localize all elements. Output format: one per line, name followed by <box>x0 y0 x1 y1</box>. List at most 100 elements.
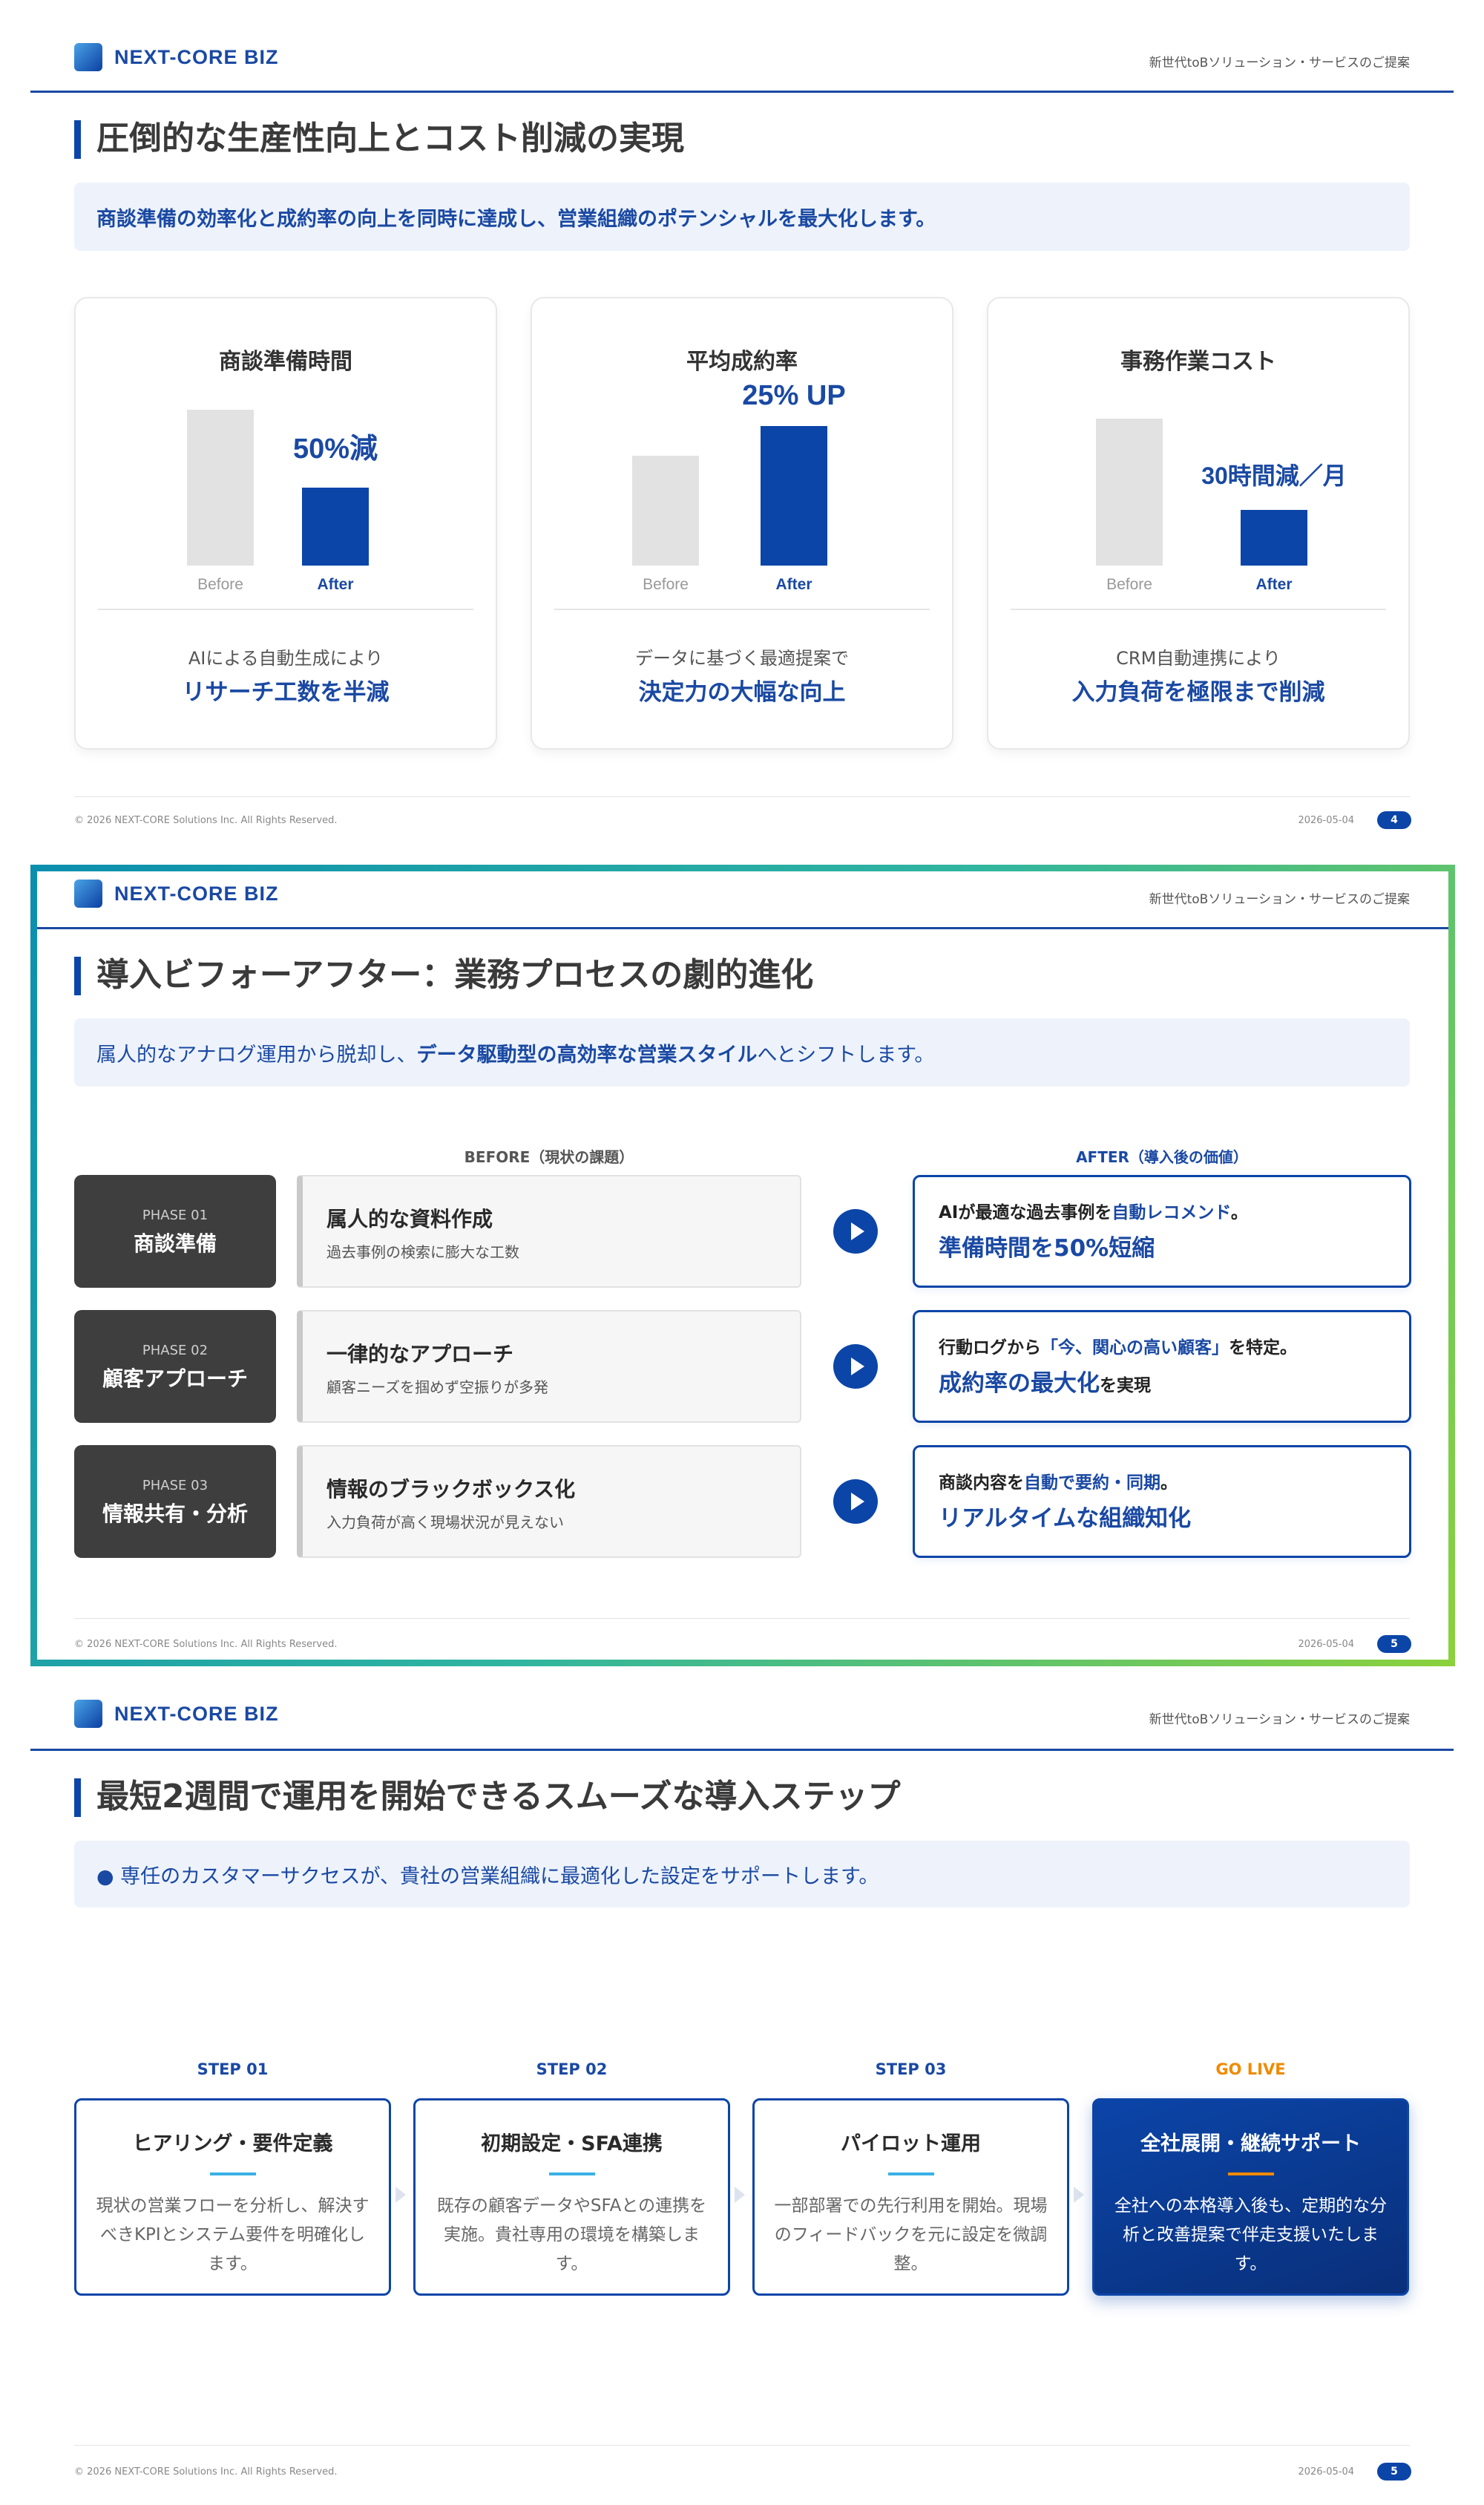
kpi-highlight: リサーチ工数を半減 <box>182 679 390 706</box>
slide-subtitle: 商談準備の効率化と成約率の向上を同時に達成し、営業組織のポテンシャルを最大化しま… <box>74 183 1410 251</box>
footer-divider <box>74 2445 1410 2446</box>
header-tagline: 新世代toBソリューション・サービスのご提案 <box>1149 1712 1410 1727</box>
slide-onboarding-steps: NEXT-CORE BIZ 新世代toBソリューション・サービスのご提案 最短2… <box>0 1685 1484 2505</box>
after-label: After <box>1255 576 1292 593</box>
step-title: 全社展開・継続サポート <box>1140 2132 1361 2155</box>
after-card: 行動ログから「今、関心の高い顧客」を特定。 成約率の最大化を実現 <box>913 1310 1411 1423</box>
phase-badge: PHASE 03 情報共有・分析 <box>74 1445 276 1558</box>
phase-name: 情報共有・分析 <box>102 1502 248 1526</box>
slide-before-after: NEXT-CORE BIZ 新世代toBソリューション・サービスのご提案 導入ビ… <box>0 865 1484 1666</box>
brand: NEXT-CORE BIZ <box>74 1700 279 1728</box>
after-text-b: 。 <box>1230 1203 1248 1222</box>
kpi-card-prep-time: 商談準備時間 50%減 Before After AIによる自動生成により リサ… <box>74 297 497 750</box>
after-text: 商談内容を自動で要約・同期。 <box>939 1468 1409 1493</box>
after-text-a: AIが最適な過去事例を <box>939 1203 1112 1222</box>
step-desc: 既存の顧客データやSFAとの連携を実施。貴社専用の環境を構築します。 <box>436 2196 707 2273</box>
after-text-a: 商談内容を <box>939 1473 1024 1493</box>
slide-subtitle: 属人的なアナログ運用から脱却し、 データ駆動型の高効率な営業スタイル へとシフトしま… <box>74 1018 1410 1087</box>
before-title: 一律的なアプローチ <box>326 1342 514 1366</box>
copyright: © 2026 NEXT-CORE Solutions Inc. All Righ… <box>74 2466 338 2478</box>
step-title: 初期設定・SFA連携 <box>481 2132 663 2155</box>
brand-name: NEXT-CORE BIZ <box>114 882 279 905</box>
slide-title: 導入ビフォーアフター：業務プロセスの劇的進化 <box>74 954 813 997</box>
kpi-chart: 50%減 Before After <box>187 410 378 593</box>
before-card: 情報のブラックボックス化 入力負荷が高く現場状況が見えない <box>297 1445 801 1558</box>
before-desc: 入力負荷が高く現場状況が見えない <box>326 1513 564 1531</box>
kpi-badge: 25% UP <box>742 380 845 411</box>
after-highlight: 準備時間を50%短縮 <box>939 1229 1409 1263</box>
after-label: After <box>317 576 353 593</box>
subtitle-text: 商談準備の効率化と成約率の向上を同時に達成し、営業組織のポテンシャルを最大化しま… <box>96 207 936 231</box>
after-text-em: 「今、関心の高い顧客」 <box>1041 1338 1229 1358</box>
before-column-header: BEFORE（現状の課題） <box>464 1148 634 1166</box>
step-label: STEP 03 <box>875 2060 947 2078</box>
kpi-desc: CRM自動連携により <box>1116 648 1281 669</box>
header-tagline: 新世代toBソリューション・サービスのご提案 <box>1149 892 1410 907</box>
before-title: 情報のブラックボックス化 <box>326 1477 576 1502</box>
after-card: AIが最適な過去事例を自動レコメンド。 準備時間を50%短縮 <box>913 1175 1411 1288</box>
step-desc: 全社への本格導入後も、定期的な分析と改善提案で伴走支援いたします。 <box>1114 2196 1388 2273</box>
step-accent-line <box>548 2172 595 2175</box>
after-text-em: 自動レコメンド <box>1112 1203 1231 1222</box>
step-desc: 一部部署での先行利用を開始。現場のフィードバックを元に設定を微調整。 <box>774 2196 1048 2273</box>
kpi-title: 平均成約率 <box>686 349 798 375</box>
subtitle-pre: 属人的なアナログ運用から脱却し、 <box>96 1043 417 1067</box>
footer-date: 2026-05-04 <box>1298 2466 1354 2478</box>
after-bar <box>302 488 369 566</box>
brand-name: NEXT-CORE BIZ <box>114 45 279 68</box>
kpi-desc: データに基づく最適提案で <box>635 648 849 669</box>
chevron-right-icon <box>1072 2185 1086 2204</box>
after-column-header: AFTER（導入後の価値） <box>1076 1148 1248 1166</box>
phase-name: 商談準備 <box>133 1231 217 1256</box>
kpi-title: 事務作業コスト <box>1120 349 1276 375</box>
after-text: AIが最適な過去事例を自動レコメンド。 <box>939 1198 1409 1223</box>
chevron-right-icon <box>733 2185 746 2204</box>
before-label: Before <box>643 576 689 593</box>
phase-name: 顧客アプローチ <box>102 1366 248 1391</box>
step-card: 初期設定・SFA連携 既存の顧客データやSFAとの連携を実施。貴社専用の環境を構… <box>413 2098 730 2296</box>
step-accent-line <box>1227 2172 1274 2175</box>
before-card: 一律的なアプローチ 顧客ニーズを掴めず空振りが多発 <box>297 1310 801 1423</box>
after-highlight-main: 準備時間を50%短縮 <box>939 1235 1155 1262</box>
kpi-divider <box>554 609 930 610</box>
page-number: 5 <box>1377 2463 1411 2481</box>
step-accent-line <box>887 2172 934 2175</box>
phase-badge: PHASE 02 顧客アプローチ <box>74 1310 276 1423</box>
chevron-right-icon <box>394 2185 407 2204</box>
subtitle-post: へとシフトします。 <box>757 1043 935 1067</box>
after-highlight: 成約率の最大化を実現 <box>939 1364 1409 1398</box>
page-number: 4 <box>1377 811 1411 829</box>
footer-divider <box>74 796 1410 797</box>
before-bar <box>187 410 254 566</box>
after-card: 商談内容を自動で要約・同期。 リアルタイムな組織知化 <box>913 1445 1411 1558</box>
subtitle-emphasis: データ駆動型の高効率な営業スタイル <box>416 1043 758 1067</box>
kpi-title: 商談準備時間 <box>219 349 352 375</box>
step-label: STEP 02 <box>536 2060 608 2078</box>
footer-date: 2026-05-04 <box>1298 1639 1354 1650</box>
after-bar <box>761 426 827 566</box>
step-desc: 現状の営業フローを分析し、解決すべきKPIとシステム要件を明確化します。 <box>96 2196 370 2273</box>
before-bar <box>1096 419 1163 566</box>
logo-icon <box>74 43 102 71</box>
before-title: 属人的な資料作成 <box>326 1207 493 1231</box>
before-label: Before <box>1106 576 1152 593</box>
kpi-divider <box>98 609 473 610</box>
step-card: パイロット運用 一部部署での先行利用を開始。現場のフィードバックを元に設定を微調… <box>752 2098 1069 2296</box>
step-label: STEP 01 <box>197 2060 269 2078</box>
step-title: ヒアリング・要件定義 <box>132 2132 333 2155</box>
after-text-em: 自動で要約・同期 <box>1024 1473 1160 1493</box>
before-label: Before <box>197 576 243 593</box>
step-card: ヒアリング・要件定義 現状の営業フローを分析し、解決すべきKPIとシステム要件を… <box>74 2098 391 2296</box>
step-label-go-live: GO LIVE <box>1215 2060 1286 2078</box>
kpi-chart: 30時間減／月 Before After <box>1096 419 1347 593</box>
kpi-highlight: 入力負荷を極限まで削減 <box>1071 679 1325 706</box>
header-divider <box>30 927 1454 929</box>
before-desc: 顧客ニーズを掴めず空振りが多発 <box>326 1378 548 1396</box>
header-divider <box>30 91 1454 93</box>
header-tagline: 新世代toBソリューション・サービスのご提案 <box>1149 56 1410 71</box>
phase-number: PHASE 01 <box>142 1208 209 1223</box>
step-accent-line <box>209 2172 256 2175</box>
phase-number: PHASE 03 <box>142 1478 209 1493</box>
kpi-badge: 30時間減／月 <box>1201 462 1347 489</box>
play-arrow-icon <box>833 1344 878 1389</box>
